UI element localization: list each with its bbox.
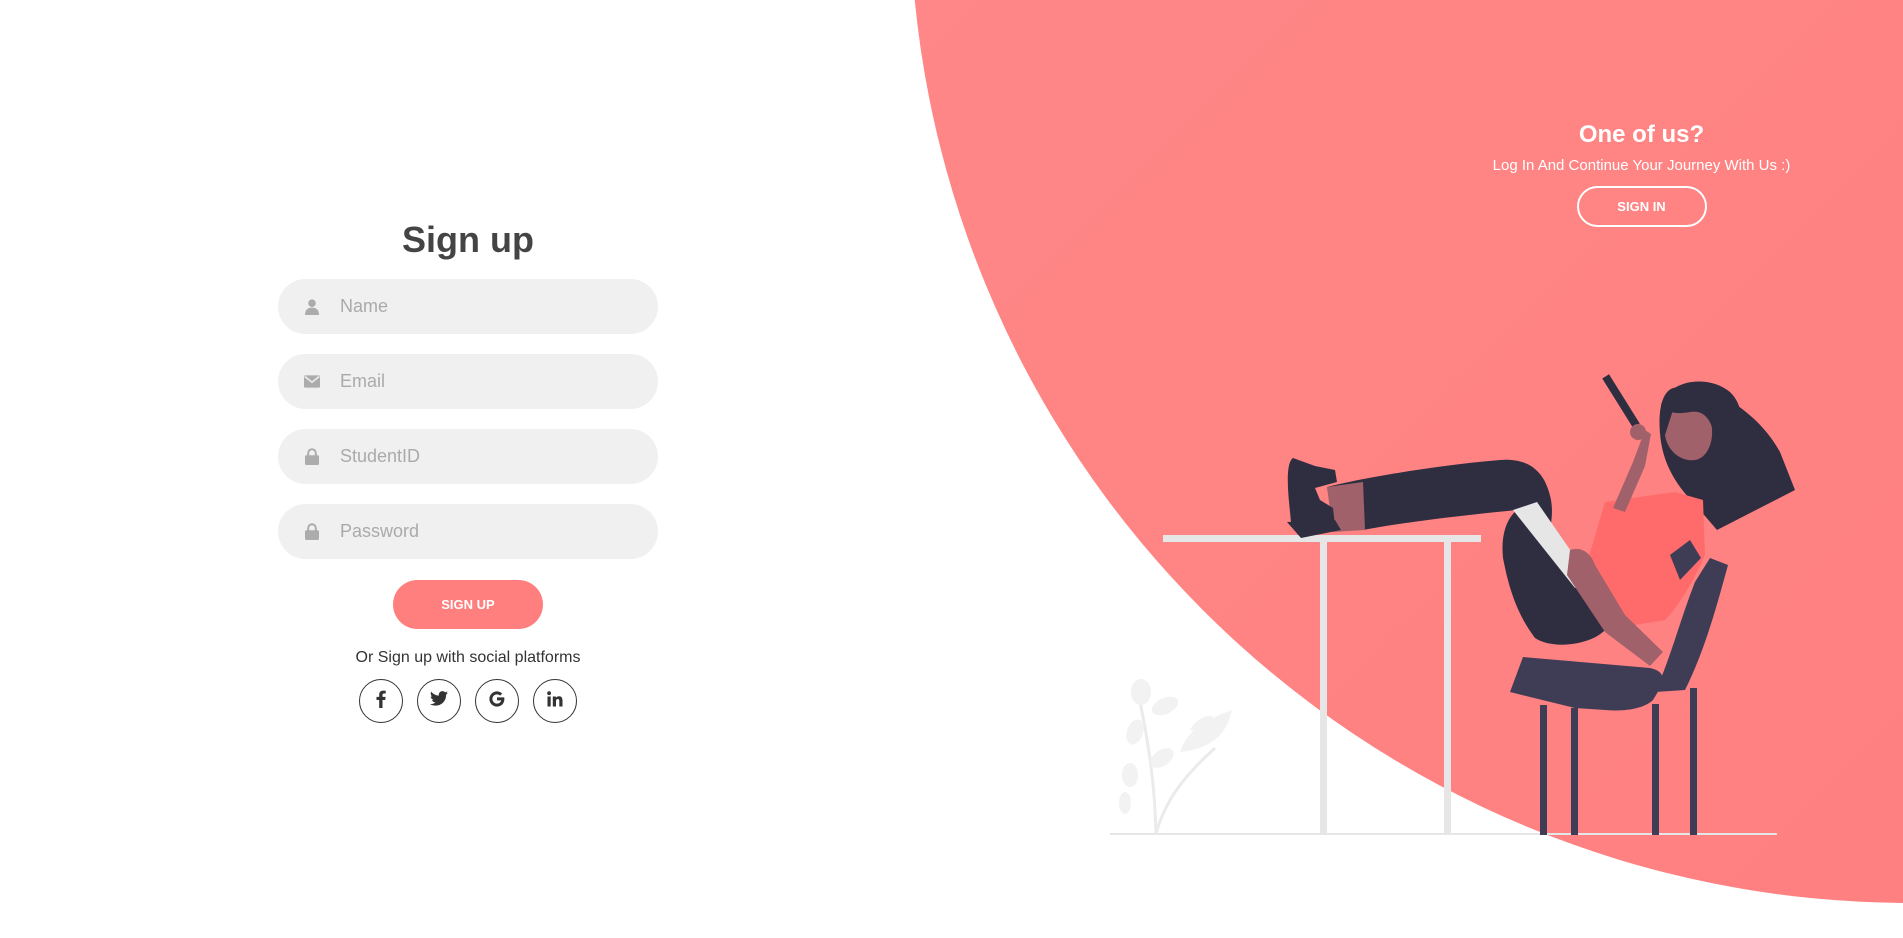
password-field[interactable] xyxy=(278,504,658,559)
woman-figure xyxy=(1287,374,1795,666)
panel-subtitle: Log In And Continue Your Journey With Us… xyxy=(1492,157,1791,174)
google-icon xyxy=(488,690,506,713)
signup-page: Sign up SIGN UP Or Sign up xyxy=(0,0,1903,938)
social-text: Or Sign up with social platforms xyxy=(355,649,581,666)
twitter-icon xyxy=(430,691,448,711)
facebook-button[interactable] xyxy=(359,679,403,723)
signup-button[interactable]: SIGN UP xyxy=(393,580,543,629)
plant-illustration xyxy=(1119,679,1232,835)
email-input[interactable] xyxy=(340,371,630,392)
student-id-field[interactable] xyxy=(278,429,658,484)
envelope-icon xyxy=(304,374,320,390)
google-button[interactable] xyxy=(475,679,519,723)
email-field[interactable] xyxy=(278,354,658,409)
facebook-icon xyxy=(376,690,386,713)
social-media-row xyxy=(359,679,577,723)
signin-panel: One of us? Log In And Continue Your Jour… xyxy=(1480,118,1803,227)
name-field[interactable] xyxy=(278,279,658,334)
panel-heading: One of us? xyxy=(1578,121,1705,148)
password-input[interactable] xyxy=(340,521,630,542)
name-input[interactable] xyxy=(340,296,630,317)
signup-form: Sign up SIGN UP Or Sign up xyxy=(278,215,658,723)
linkedin-button[interactable] xyxy=(533,679,577,723)
student-id-input[interactable] xyxy=(340,446,630,467)
woman-reading-illustration xyxy=(1110,374,1795,835)
signin-button[interactable]: SIGN IN xyxy=(1576,186,1707,227)
table-illustration xyxy=(1163,535,1481,834)
lock-icon xyxy=(304,523,320,540)
user-icon xyxy=(304,298,320,315)
lock-icon xyxy=(304,448,320,465)
twitter-button[interactable] xyxy=(417,679,461,723)
page-title: Sign up xyxy=(402,219,534,260)
linkedin-icon xyxy=(547,690,563,712)
